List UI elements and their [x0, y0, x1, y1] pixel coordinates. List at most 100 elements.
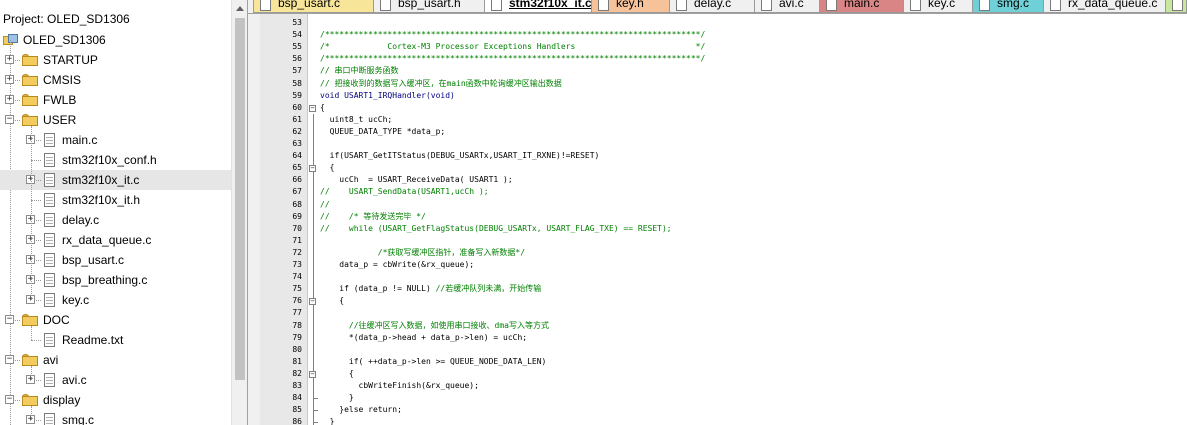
fold-collapse-icon[interactable]: − [309, 104, 316, 112]
code-line[interactable]: *(data_p->head + data_p->len) = ucCh; [320, 332, 1180, 344]
tree-file[interactable]: + delay.c [0, 210, 231, 230]
code-line[interactable]: // /* 等待发送完毕 */ [320, 211, 1180, 223]
line-number: 60 [292, 102, 302, 112]
tree-item-label: delay.c [62, 213, 100, 227]
scroll-up-arrow-icon[interactable] [232, 0, 247, 17]
code-line[interactable]: // 串口中断服务函数 [320, 65, 1180, 77]
code-line[interactable]: if (data_p != NULL) //若缓冲队列未满，开始传输 [320, 283, 1180, 295]
tree-folder[interactable]: + CMSIS [0, 70, 231, 90]
tree-file[interactable]: + main.c [0, 130, 231, 150]
code-line[interactable]: void USART1_IRQHandler(void) [320, 90, 1180, 102]
tab-bsp-usart-c[interactable]: bsp_usart.c [253, 0, 375, 13]
code-line[interactable]: } [320, 416, 1180, 425]
expand-icon[interactable]: + [5, 95, 14, 104]
tree-file[interactable]: + avi.c [0, 370, 231, 390]
editor-margin [248, 14, 260, 425]
code-line[interactable]: /***************************************… [320, 53, 1180, 65]
file-icon [44, 333, 55, 347]
file-icon [979, 0, 990, 11]
tab-overflow[interactable] [1165, 0, 1187, 13]
tree-file[interactable]: + bsp_breathing.c [0, 270, 231, 290]
tree-file[interactable]: + key.c [0, 290, 231, 310]
code-line[interactable]: QUEUE_DATA_TYPE *data_p; [320, 126, 1180, 138]
code-line[interactable]: // USART_SendData(USART1,ucCh ); [320, 186, 1180, 198]
tab-delay-c[interactable]: delay.c [669, 0, 755, 13]
code-line[interactable] [320, 307, 1180, 319]
code-line[interactable]: { [320, 368, 1180, 380]
tree-file[interactable]: stm32f10x_conf.h [0, 150, 231, 170]
code-line[interactable]: data_p = cbWrite(&rx_queue); [320, 259, 1180, 271]
tab-smg-c[interactable]: smg.c [972, 0, 1045, 13]
tab-label: smg.c [997, 0, 1030, 10]
tree-item-label: FWLB [43, 93, 77, 107]
code-editor[interactable]: 53 54 55 56 57 58 59 60 61 62 63 64 65 66 67 68 69 70 71 72… [248, 14, 1187, 425]
code-line[interactable] [320, 235, 1180, 247]
file-icon [491, 0, 502, 11]
tab-avi-c[interactable]: avi.c [754, 0, 821, 13]
tree-folder[interactable]: − DOC [0, 310, 231, 330]
tree-file[interactable]: + bsp_usart.c [0, 250, 231, 270]
code-line[interactable]: /***************************************… [320, 29, 1180, 41]
tab-key-c[interactable]: key.c [903, 0, 974, 13]
tree-guide-line [31, 200, 41, 201]
code-line[interactable]: ucCh = USART_ReceiveData( USART1 ); [320, 174, 1180, 186]
code-line[interactable] [320, 344, 1180, 356]
code-line[interactable] [320, 271, 1180, 283]
code-line[interactable]: } [320, 392, 1180, 404]
code-line[interactable]: // 把接收到的数据写入缓冲区，在main函数中轮询缓冲区输出数据 [320, 78, 1180, 90]
tree-item-label: avi [43, 353, 59, 367]
tree-guide-line [31, 406, 32, 420]
code-area[interactable]: /***************************************… [320, 14, 1187, 425]
tree-file[interactable]: stm32f10x_it.h [0, 190, 231, 210]
code-line[interactable]: /* Cortex-M3 Processor Exceptions Handle… [320, 41, 1180, 53]
tree-scrollbar[interactable] [231, 0, 247, 425]
code-line[interactable]: cbWriteFinish(&rx_queue); [320, 380, 1180, 392]
collapse-icon[interactable]: − [5, 315, 14, 324]
code-line[interactable] [320, 138, 1180, 150]
tree-folder[interactable]: + FWLB [0, 90, 231, 110]
tree-folder[interactable]: − display [0, 390, 231, 410]
line-number: 74 [292, 272, 302, 282]
tree-file[interactable]: + rx_data_queue.c [0, 230, 231, 250]
code-line[interactable]: { [320, 295, 1180, 307]
file-icon [44, 413, 55, 425]
tab-stm32f10x-it-c[interactable]: stm32f10x_it.c [484, 0, 593, 13]
tree-item-label: main.c [62, 133, 98, 147]
tree-folder[interactable]: + STARTUP [0, 50, 231, 70]
tree-item-label: key.c [62, 293, 90, 307]
tree-file[interactable]: + smg.c [0, 410, 231, 425]
project-root[interactable]: OLED_SD1306 [0, 30, 231, 50]
folder-icon [22, 74, 38, 86]
folder-icon [22, 314, 38, 326]
fold-collapse-icon[interactable]: − [309, 298, 316, 306]
code-line[interactable]: // [320, 199, 1180, 211]
collapse-icon[interactable]: − [5, 355, 14, 364]
tree-folder[interactable]: − USER [0, 110, 231, 130]
scroll-thumb[interactable] [235, 18, 245, 380]
fold-collapse-icon[interactable]: − [309, 370, 316, 378]
tree-folder[interactable]: − avi [0, 350, 231, 370]
code-line[interactable]: { [320, 102, 1180, 114]
code-line[interactable] [320, 17, 1180, 29]
tab-rx-data-queue-c[interactable]: rx_data_queue.c [1043, 0, 1167, 13]
code-line[interactable]: /*获取写缓冲区指针，准备写入新数据*/ [320, 247, 1180, 259]
code-line[interactable]: if( ++data_p->len >= QUEUE_NODE_DATA_LEN… [320, 356, 1180, 368]
tab-bsp-usart-h[interactable]: bsp_usart.h [373, 0, 486, 13]
code-line[interactable]: }else return; [320, 404, 1180, 416]
tree-item-label: bsp_usart.c [62, 253, 125, 267]
collapse-icon[interactable]: − [5, 115, 14, 124]
code-line[interactable]: //往缓冲区写入数据，如使用串口接收、dma写入等方式 [320, 320, 1180, 332]
tree-file[interactable]: + stm32f10x_it.c [0, 170, 231, 190]
tree-file[interactable]: Readme.txt [0, 330, 231, 350]
expand-icon[interactable]: + [5, 55, 14, 64]
code-line[interactable]: if(USART_GetITStatus(DEBUG_USARTx,USART_… [320, 150, 1180, 162]
tab-main-c[interactable]: main.c [819, 0, 905, 13]
fold-collapse-icon[interactable]: − [309, 165, 316, 173]
expand-icon[interactable]: + [5, 75, 14, 84]
tab-key-h[interactable]: key.h [591, 0, 671, 13]
collapse-icon[interactable]: − [5, 395, 14, 404]
line-number: 66 [292, 175, 302, 185]
code-line[interactable]: // while (USART_GetFlagStatus(DEBUG_USAR… [320, 223, 1180, 235]
code-line[interactable]: uint8_t ucCh; [320, 114, 1180, 126]
code-line[interactable]: { [320, 162, 1180, 174]
